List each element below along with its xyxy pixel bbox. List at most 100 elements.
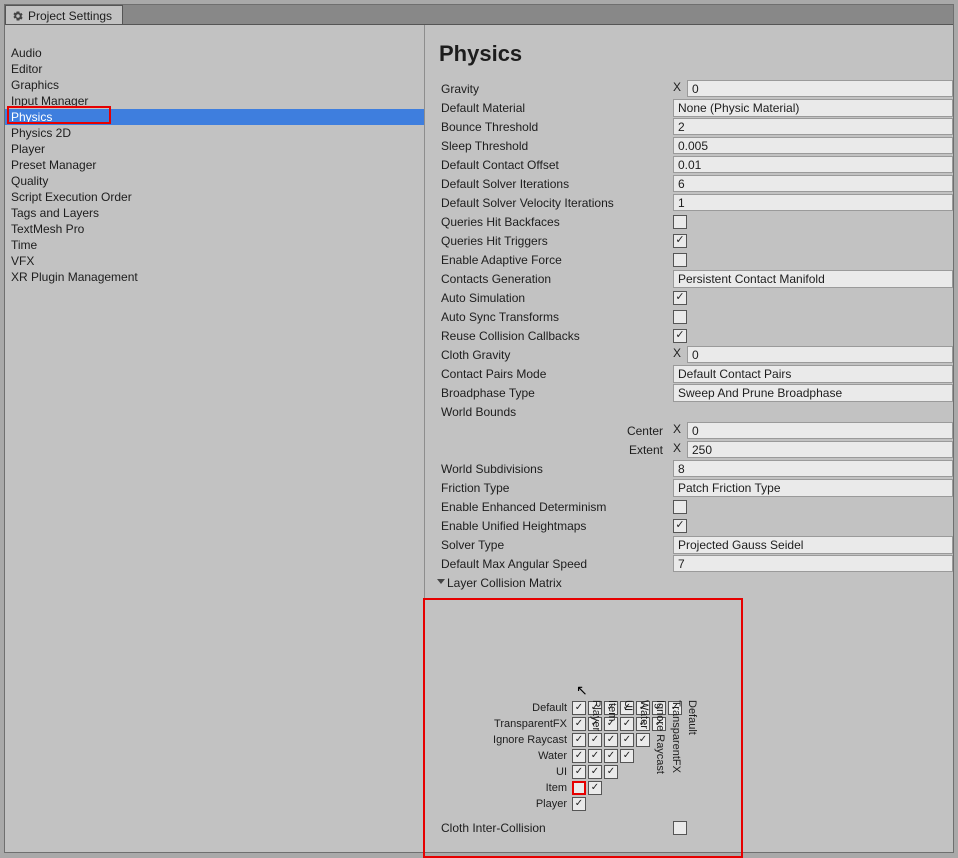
sidebar-item-script-execution-order[interactable]: Script Execution Order [5, 189, 424, 205]
prop-label: Auto Sync Transforms [433, 310, 673, 324]
sidebar-item-quality[interactable]: Quality [5, 173, 424, 189]
prop-label: World Subdivisions [433, 462, 673, 476]
sidebar-item-preset-manager[interactable]: Preset Manager [5, 157, 424, 173]
default-solver-velocity-iterations-input[interactable] [673, 194, 953, 211]
matrix-col-label: UI [622, 700, 634, 711]
prop-value: X [673, 422, 953, 439]
prop-value [673, 253, 953, 267]
prop-row: ExtentX [433, 440, 953, 459]
matrix-col-label: Item [606, 700, 618, 721]
reuse-collision-callbacks-checkbox[interactable] [673, 329, 687, 343]
axis-label-x: X [673, 441, 687, 458]
prop-row: Reuse Collision Callbacks [433, 326, 953, 345]
matrix-col-label: Water [638, 700, 650, 729]
axis-label-x: X [673, 346, 687, 363]
sidebar-item-audio[interactable]: Audio [5, 45, 424, 61]
prop-label: Sleep Threshold [433, 139, 673, 153]
prop-value [673, 234, 953, 248]
layer-collision-matrix-foldout[interactable]: Layer Collision Matrix [433, 573, 953, 592]
prop-value: X [673, 80, 953, 97]
prop-label: Enable Adaptive Force [433, 253, 673, 267]
sidebar-item-player[interactable]: Player [5, 141, 424, 157]
queries-hit-backfaces-checkbox[interactable] [673, 215, 687, 229]
prop-row: Enable Unified Heightmaps [433, 516, 953, 535]
prop-label: Auto Simulation [433, 291, 673, 305]
sidebar-item-physics-2d[interactable]: Physics 2D [5, 125, 424, 141]
prop-label: Enable Enhanced Determinism [433, 500, 673, 514]
sidebar-item-textmesh-pro[interactable]: TextMesh Pro [5, 221, 424, 237]
sidebar-item-tags-and-layers[interactable]: Tags and Layers [5, 205, 424, 221]
prop-label: Queries Hit Backfaces [433, 215, 673, 229]
prop-row: Enable Adaptive Force [433, 250, 953, 269]
auto-simulation-checkbox[interactable] [673, 291, 687, 305]
sidebar-item-xr-plugin-management[interactable]: XR Plugin Management [5, 269, 424, 285]
prop-value [673, 194, 953, 211]
prop-row: Default Contact Offset [433, 155, 953, 174]
world-center-x-input[interactable] [687, 422, 953, 439]
prop-value [673, 555, 953, 572]
default-solver-iterations-input[interactable] [673, 175, 953, 192]
enable-enhanced-determinism-checkbox[interactable] [673, 500, 687, 514]
prop-value [673, 460, 953, 477]
prop-row: Default Solver Iterations [433, 174, 953, 193]
prop-value: Default Contact Pairs [673, 365, 953, 383]
sleep-threshold-input[interactable] [673, 137, 953, 154]
default-material-dropdown[interactable]: None (Physic Material) [673, 99, 953, 117]
world-extent-x-input[interactable] [687, 441, 953, 458]
prop-value: X [673, 346, 953, 363]
matrix-col-label: Default [686, 700, 698, 735]
project-settings-window: Project Settings AudioEditorGraphicsInpu… [4, 4, 954, 853]
prop-label: Default Solver Iterations [433, 177, 673, 191]
prop-label: Cloth Gravity [433, 348, 673, 362]
layer-collision-matrix-label: Layer Collision Matrix [447, 576, 562, 590]
enable-adaptive-force-checkbox[interactable] [673, 253, 687, 267]
layer-collision-matrix: PlayerItemUIWaterIgnore RaycastTranspare… [433, 600, 953, 812]
axis-label-x: X [673, 80, 687, 97]
tab-bar: Project Settings [5, 5, 953, 25]
sidebar-item-editor[interactable]: Editor [5, 61, 424, 77]
enable-unified-heightmaps-checkbox[interactable] [673, 519, 687, 533]
sidebar-item-graphics[interactable]: Graphics [5, 77, 424, 93]
default-contact-offset-input[interactable] [673, 156, 953, 173]
prop-label: Enable Unified Heightmaps [433, 519, 673, 533]
prop-row: World Bounds [433, 402, 953, 421]
world-subdivisions-input[interactable] [673, 460, 953, 477]
prop-row: Queries Hit Triggers [433, 231, 953, 250]
matrix-col-labels: PlayerItemUIWaterIgnore RaycastTranspare… [579, 600, 953, 700]
auto-sync-transforms-checkbox[interactable] [673, 310, 687, 324]
prop-row: Solver TypeProjected Gauss Seidel [433, 535, 953, 554]
foldout-arrow-icon [437, 579, 445, 584]
tab-project-settings[interactable]: Project Settings [5, 5, 123, 24]
prop-label: Default Contact Offset [433, 158, 673, 172]
solver-type-dropdown[interactable]: Projected Gauss Seidel [673, 536, 953, 554]
prop-value [673, 215, 953, 229]
prop-row: Default MaterialNone (Physic Material) [433, 98, 953, 117]
prop-row: Enable Enhanced Determinism [433, 497, 953, 516]
gravity-x-input[interactable] [687, 80, 953, 97]
prop-value [673, 156, 953, 173]
prop-value [673, 310, 953, 324]
sidebar-item-time[interactable]: Time [5, 237, 424, 253]
prop-value [673, 519, 953, 533]
axis-label-x: X [673, 422, 687, 439]
matrix-col-label: TransparentFX [670, 700, 682, 773]
prop-row: Cloth GravityX [433, 345, 953, 364]
prop-row: World Subdivisions [433, 459, 953, 478]
cloth-gravity-x-input[interactable] [687, 346, 953, 363]
broadphase-type-dropdown[interactable]: Sweep And Prune Broadphase [673, 384, 953, 402]
prop-value: Sweep And Prune Broadphase [673, 384, 953, 402]
prop-value [673, 500, 953, 514]
queries-hit-triggers-checkbox[interactable] [673, 234, 687, 248]
contacts-generation-dropdown[interactable]: Persistent Contact Manifold [673, 270, 953, 288]
prop-label: Solver Type [433, 538, 673, 552]
matrix-col-label: Player [590, 700, 602, 731]
default-max-angular-speed-input[interactable] [673, 555, 953, 572]
prop-label: Reuse Collision Callbacks [433, 329, 673, 343]
prop-label: Gravity [433, 82, 673, 96]
friction-type-dropdown[interactable]: Patch Friction Type [673, 479, 953, 497]
sidebar-item-vfx[interactable]: VFX [5, 253, 424, 269]
contact-pairs-mode-dropdown[interactable]: Default Contact Pairs [673, 365, 953, 383]
prop-row: Contact Pairs ModeDefault Contact Pairs [433, 364, 953, 383]
bounce-threshold-input[interactable] [673, 118, 953, 135]
prop-label: Friction Type [433, 481, 673, 495]
